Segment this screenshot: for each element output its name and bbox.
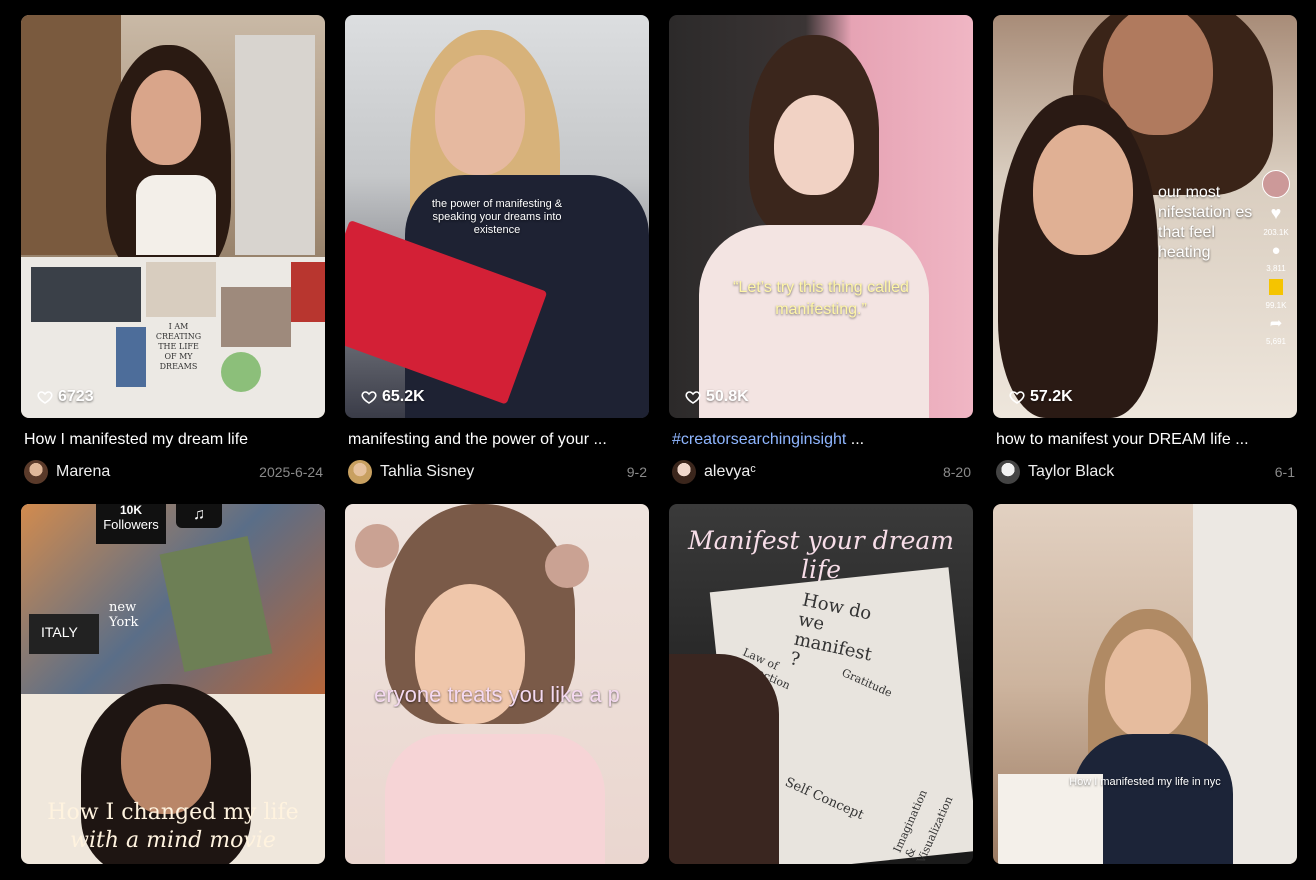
like-count: 57.2K	[1009, 388, 1073, 406]
face-shape	[121, 704, 211, 814]
author-name[interactable]: Marena	[56, 463, 259, 481]
pajama-shape	[385, 734, 605, 864]
tiktok-logo-icon: ♫	[176, 504, 222, 528]
video-thumbnail[interactable]: How I manifested my life in nyc	[993, 504, 1297, 864]
video-thumbnail[interactable]: 10K Followers ♫ ITALY new York How I cha…	[21, 504, 325, 864]
video-overlay-text: “Let’s try this thing called manifesting…	[733, 279, 909, 318]
post-date: 8-20	[942, 464, 971, 480]
video-side-actions: ♥ 203.1K ● 3,811 99.1K ➦ 5,691	[1261, 170, 1291, 346]
heart-filled-icon[interactable]: ♥	[1271, 204, 1282, 222]
heart-outline-icon	[37, 391, 53, 404]
video-caption[interactable]: How I manifested my dream life	[21, 430, 325, 450]
avatar[interactable]	[348, 460, 372, 484]
heart-outline-icon	[361, 391, 377, 404]
avatar[interactable]	[1262, 170, 1290, 198]
video-card[interactable]: our most nifestation es that feel heatin…	[993, 15, 1297, 484]
avatar[interactable]	[24, 460, 48, 484]
comment-icon[interactable]: ●	[1271, 243, 1280, 258]
followers-label: Followers	[103, 517, 159, 532]
roller-shape	[545, 544, 589, 588]
video-meta: alevyaᶜ 8-20	[669, 460, 973, 484]
top-shape	[136, 175, 216, 255]
video-overlay-text: the power of manifesting & speaking your…	[431, 198, 563, 236]
video-card[interactable]: Manifest your dream life How do we manif…	[669, 504, 973, 864]
avatar[interactable]	[672, 460, 696, 484]
face-shape	[774, 95, 854, 195]
video-caption[interactable]: manifesting and the power of your ...	[345, 430, 649, 450]
italy-tile: ITALY	[29, 614, 99, 654]
face-shape	[1105, 629, 1191, 739]
face-shape	[435, 55, 525, 175]
video-caption[interactable]: how to manifest your DREAM life ...	[993, 430, 1297, 450]
heart-outline-icon	[1009, 391, 1025, 404]
video-meta: Marena 2025-6-24	[21, 460, 325, 484]
video-thumbnail[interactable]: I AM CREATING THE LIFE OF MY DREAMS 6723	[21, 15, 325, 418]
video-thumbnail[interactable]: Manifest your dream life How do we manif…	[669, 504, 973, 864]
roller-shape	[355, 524, 399, 568]
share-icon[interactable]: ➦	[1270, 316, 1283, 331]
side-save-count: 99.1K	[1265, 301, 1287, 310]
author-name[interactable]: Tahlia Sisney	[380, 463, 627, 481]
author-name[interactable]: alevyaᶜ	[704, 463, 943, 481]
italy-label: ITALY	[41, 624, 78, 640]
like-count: 50.8K	[685, 388, 749, 406]
video-card[interactable]: 10K Followers ♫ ITALY new York How I cha…	[21, 504, 325, 864]
video-thumbnail[interactable]: our most nifestation es that feel heatin…	[993, 15, 1297, 418]
vision-board-text: I AM CREATING THE LIFE OF MY DREAMS	[155, 322, 202, 371]
post-date: 6-1	[1274, 464, 1295, 480]
like-count: 6723	[37, 388, 94, 406]
video-title-line1: How I changed my life	[47, 800, 299, 825]
video-grid: I AM CREATING THE LIFE OF MY DREAMS 6723…	[21, 15, 1297, 864]
video-card[interactable]: eryone treats you like a p	[345, 504, 649, 864]
video-caption[interactable]: #creatorsearchinginsight ...	[669, 430, 973, 450]
hashtag-link[interactable]: #creatorsearchinginsight	[672, 431, 846, 448]
book-term: Imagination & Visualization	[890, 787, 956, 864]
side-like-count: 203.1K	[1263, 228, 1289, 237]
post-date: 2025-6-24	[259, 464, 323, 480]
video-card[interactable]: How I manifested my life in nyc	[993, 504, 1297, 864]
video-overlay-text: How I manifested my life in nyc	[1069, 776, 1221, 788]
bookmark-icon[interactable]	[1269, 279, 1283, 295]
book-term: Self Concept	[782, 774, 866, 824]
window-shape	[235, 35, 315, 255]
video-meta: Taylor Black 6-1	[993, 460, 1297, 484]
avatar[interactable]	[996, 460, 1020, 484]
followers-badge: 10K Followers	[96, 504, 166, 544]
post-date: 9-2	[626, 464, 647, 480]
collage: 10K Followers ♫ ITALY new York	[21, 504, 325, 694]
hand-shape	[669, 654, 779, 864]
video-title-line2: with a mind movie	[70, 828, 276, 853]
face-shape	[1033, 125, 1133, 255]
heart-outline-icon	[685, 391, 701, 404]
video-meta: Tahlia Sisney 9-2	[345, 460, 649, 484]
like-count: 65.2K	[361, 388, 425, 406]
video-card[interactable]: “Let’s try this thing called manifesting…	[669, 15, 973, 484]
like-count-value: 6723	[58, 388, 94, 405]
video-card[interactable]: the power of manifesting & speaking your…	[345, 15, 649, 484]
newyork-label: new York	[109, 600, 139, 630]
money-shape	[159, 535, 273, 673]
video-overlay-text: eryone treats you like a p	[374, 682, 620, 707]
side-share-count: 5,691	[1265, 337, 1287, 346]
side-comment-count: 3,811	[1266, 264, 1286, 273]
book-heading: How do we manifest ?	[788, 589, 874, 671]
video-card[interactable]: I AM CREATING THE LIFE OF MY DREAMS 6723…	[21, 15, 325, 484]
caption-rest: ...	[846, 431, 865, 448]
video-thumbnail[interactable]: the power of manifesting & speaking your…	[345, 15, 649, 418]
author-name[interactable]: Taylor Black	[1028, 463, 1275, 481]
like-count-value: 65.2K	[382, 388, 425, 405]
face-shape	[131, 70, 201, 165]
like-count-value: 57.2K	[1030, 388, 1073, 405]
video-overlay-text: our most nifestation es that feel heatin…	[1158, 184, 1253, 261]
followers-count: 10K	[119, 504, 142, 517]
video-thumbnail[interactable]: “Let’s try this thing called manifesting…	[669, 15, 973, 418]
video-thumbnail[interactable]: eryone treats you like a p	[345, 504, 649, 864]
like-count-value: 50.8K	[706, 388, 749, 405]
